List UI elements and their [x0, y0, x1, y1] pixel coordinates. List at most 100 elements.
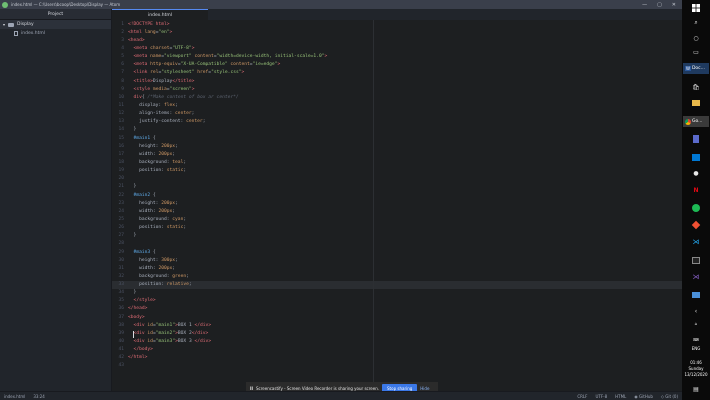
code-line[interactable]: 43: [112, 362, 682, 370]
maximize-button[interactable]: ▢: [657, 2, 662, 8]
editor-pane[interactable]: index.html 1 <!DOCTYPE html> 2 <html lang="…: [112, 9, 682, 391]
code-line[interactable]: 7 <link rel="stylesheet" href="style.css…: [112, 69, 682, 77]
code-line[interactable]: 10 div{ /*Make content of box ar center*…: [112, 93, 682, 101]
code-line[interactable]: 23 height: 200px;: [112, 199, 682, 207]
language-indicator[interactable]: ENG: [682, 346, 710, 352]
status-file-name[interactable]: index.html: [4, 394, 25, 399]
code-line[interactable]: 16 height: 200px;: [112, 142, 682, 150]
code-line[interactable]: 28: [112, 240, 682, 248]
code-line[interactable]: 36 </head>: [112, 305, 682, 313]
code-token: ;: [183, 159, 187, 165]
code-token: </body>: [133, 347, 153, 353]
code-line[interactable]: 15 #main1 {: [112, 134, 682, 142]
clock-date[interactable]: 13/12/2020: [682, 372, 710, 378]
project-header[interactable]: Project: [0, 9, 111, 20]
calculator-icon[interactable]: [691, 134, 701, 144]
close-button[interactable]: ✕: [672, 2, 676, 8]
code-line[interactable]: 2 <html lang="en">: [112, 28, 682, 36]
code-line[interactable]: 3 <head>: [112, 36, 682, 44]
minimize-button[interactable]: —: [642, 2, 647, 8]
windows-start-icon[interactable]: [691, 3, 701, 13]
code-line[interactable]: 26 position: static;: [112, 224, 682, 232]
file-explorer-icon[interactable]: [691, 98, 701, 108]
clock-day[interactable]: Sunday: [682, 366, 710, 372]
line-number: 36: [118, 306, 124, 312]
code-line[interactable]: 19 position: static;: [112, 167, 682, 175]
code-line[interactable]: 4 <meta charset="UTF-8">: [112, 44, 682, 52]
code-line[interactable]: 25 background: cyan;: [112, 215, 682, 223]
spotify-icon[interactable]: [691, 203, 701, 213]
code-line[interactable]: 41 </body>: [112, 346, 682, 354]
store-icon[interactable]: 🛍: [691, 82, 701, 92]
photos-icon[interactable]: [691, 290, 701, 300]
tree-folder-display[interactable]: ▾ Display: [0, 20, 111, 29]
vscode-icon[interactable]: ⋊: [691, 237, 701, 247]
code-line[interactable]: 40 <div id="main3">BOX 3 </div>: [112, 337, 682, 345]
code-line[interactable]: 27 }: [112, 232, 682, 240]
tab-bar: index.html: [112, 9, 682, 20]
window-title: index.html — C:\Users\bcoop\Desktop\Disp…: [11, 2, 121, 7]
tab-index-html[interactable]: index.html: [112, 9, 208, 20]
code-line[interactable]: 35 </style>: [112, 297, 682, 305]
cortana-icon[interactable]: ○: [691, 33, 701, 43]
status-encoding[interactable]: UTF-8: [595, 394, 607, 399]
code-token: >: [169, 29, 173, 35]
taskbar-chrome-app[interactable]: Go...: [683, 116, 709, 127]
code-line[interactable]: 21 }: [112, 183, 682, 191]
code-line[interactable]: 17 width: 200px;: [112, 150, 682, 158]
code-line[interactable]: 5 <meta name="viewport" content="width=d…: [112, 53, 682, 61]
code-line[interactable]: 39 <div id="main2">BOX 2</div>: [112, 329, 682, 337]
netflix-icon[interactable]: N: [691, 185, 701, 195]
code-token: href: [194, 70, 209, 76]
status-line-ending[interactable]: CRLF: [577, 394, 587, 399]
code-token: }: [128, 290, 137, 296]
keyboard-icon[interactable]: ⌨: [691, 334, 701, 344]
code-line[interactable]: 22 #main2 {: [112, 191, 682, 199]
code-line[interactable]: 24 width: 200px;: [112, 207, 682, 215]
code-line[interactable]: 13 justify-content: center;: [112, 118, 682, 126]
tray-overflow-icon[interactable]: ‹: [691, 306, 701, 316]
visual-studio-icon[interactable]: ⋊: [691, 272, 701, 282]
status-cursor-position[interactable]: 33:24: [33, 394, 45, 399]
code-line[interactable]: 14 }: [112, 126, 682, 134]
code-line[interactable]: 1 <!DOCTYPE html>: [112, 20, 682, 28]
code-line[interactable]: 18 background: teal;: [112, 158, 682, 166]
code-line[interactable]: 31 width: 200px;: [112, 264, 682, 272]
code-text: width: 200px;: [124, 266, 175, 271]
code-line[interactable]: 8 <title>Display</title>: [112, 77, 682, 85]
code-line[interactable]: 38 <div id="main1">BOX 1 </div>: [112, 321, 682, 329]
code-line[interactable]: 42 </html>: [112, 354, 682, 362]
code-line[interactable]: 12 align-items: center;: [112, 110, 682, 118]
code-line[interactable]: 11 display: flex;: [112, 101, 682, 109]
code-line[interactable]: 9 <style media="screen">: [112, 85, 682, 93]
code-line[interactable]: 30 height: 300px;: [112, 256, 682, 264]
tree-file-index[interactable]: index.html: [0, 29, 111, 38]
code-line[interactable]: 6 <meta http-equiv="X-UA-Compatible" con…: [112, 61, 682, 69]
task-view-icon[interactable]: ▭: [691, 47, 701, 57]
code-line[interactable]: 37 <body>: [112, 313, 682, 321]
code-line[interactable]: 33 position: relative;: [112, 280, 682, 289]
code-text: <title>Display</title>: [124, 79, 195, 84]
search-icon[interactable]: ⌕: [691, 18, 701, 28]
title-bar: index.html — C:\Users\bcoop\Desktop\Disp…: [0, 0, 682, 9]
status-git[interactable]: ◇ Git (0): [661, 394, 678, 399]
code-text: #main1 {: [124, 136, 156, 141]
code-line[interactable]: 34 }: [112, 289, 682, 297]
code-token: width:: [128, 265, 159, 271]
git-client-icon[interactable]: [691, 220, 701, 230]
outlook-icon[interactable]: [691, 152, 701, 162]
code-line[interactable]: 32 background: green;: [112, 272, 682, 280]
network-icon[interactable]: ⌂: [691, 318, 701, 328]
code-line[interactable]: 29 #main3 {: [112, 248, 682, 256]
code-line[interactable]: 20: [112, 175, 682, 183]
code-token: }: [128, 127, 137, 133]
clock-time[interactable]: 01:46: [682, 360, 710, 366]
notification-icon[interactable]: ▤: [691, 384, 701, 394]
terminal-icon[interactable]: [691, 255, 701, 265]
camera-icon[interactable]: ●: [691, 168, 701, 178]
status-grammar[interactable]: HTML: [615, 394, 626, 399]
code-token: ;: [172, 151, 176, 157]
status-github[interactable]: ◉ GitHub: [634, 394, 653, 399]
code-area[interactable]: 1 <!DOCTYPE html> 2 <html lang="en"> 3 <head>…: [112, 20, 682, 391]
taskbar-word-app[interactable]: W Doc...: [683, 63, 709, 74]
